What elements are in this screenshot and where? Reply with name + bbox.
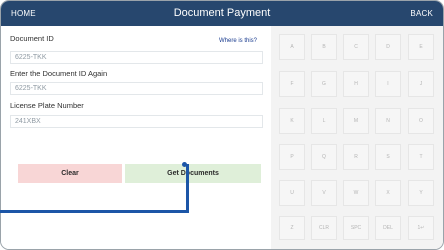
key-b[interactable]: B: [311, 34, 337, 60]
callout-pointer-dot: [182, 162, 187, 167]
license-plate-label: License Plate Number: [10, 101, 84, 110]
key-i[interactable]: I: [375, 71, 401, 97]
key-y[interactable]: Y: [408, 180, 434, 206]
document-id-field[interactable]: 6225-TKK: [10, 51, 263, 64]
key-e[interactable]: E: [408, 34, 434, 60]
header-bar: HOME Document Payment BACK: [1, 1, 443, 26]
on-screen-keyboard: A B C D E F G H I J K L M N O P Q R S T U V W X Y Z CLR SPC DEL 1↵: [271, 26, 443, 249]
key-q[interactable]: Q: [311, 144, 337, 170]
document-id-label: Document ID: [10, 34, 54, 43]
key-l[interactable]: L: [311, 108, 337, 134]
confirm-document-id-label: Enter the Document ID Again: [10, 69, 108, 78]
key-clr[interactable]: CLR: [311, 216, 337, 240]
key-c[interactable]: C: [343, 34, 369, 60]
key-g[interactable]: G: [311, 71, 337, 97]
get-documents-button[interactable]: Get Documents: [125, 164, 261, 183]
confirm-document-id-field[interactable]: 6225-TKK: [10, 82, 263, 95]
callout-line-vertical: [186, 164, 189, 212]
back-button[interactable]: BACK: [410, 9, 433, 18]
key-p[interactable]: P: [279, 144, 305, 170]
key-m[interactable]: M: [343, 108, 369, 134]
clear-button[interactable]: Clear: [18, 164, 122, 183]
license-plate-field[interactable]: 241XBX: [10, 115, 263, 128]
key-o[interactable]: O: [408, 108, 434, 134]
key-1[interactable]: 1↵: [408, 216, 434, 240]
document-form: Document ID Where is this? 6225-TKK Ente…: [1, 26, 271, 249]
key-d[interactable]: D: [375, 34, 401, 60]
key-t[interactable]: T: [408, 144, 434, 170]
key-j[interactable]: J: [408, 71, 434, 97]
page-title: Document Payment: [173, 7, 271, 19]
key-r[interactable]: R: [343, 144, 369, 170]
key-u[interactable]: U: [279, 180, 305, 206]
key-v[interactable]: V: [311, 180, 337, 206]
where-is-this-link[interactable]: Where is this?: [219, 38, 257, 44]
key-del[interactable]: DEL: [375, 216, 401, 240]
key-s[interactable]: S: [375, 144, 401, 170]
key-k[interactable]: K: [279, 108, 305, 134]
key-h[interactable]: H: [343, 71, 369, 97]
key-f[interactable]: F: [279, 71, 305, 97]
callout-line-horizontal: [0, 210, 189, 213]
key-z[interactable]: Z: [279, 216, 305, 240]
key-w[interactable]: W: [343, 180, 369, 206]
key-x[interactable]: X: [375, 180, 401, 206]
key-spc[interactable]: SPC: [343, 216, 369, 240]
key-n[interactable]: N: [375, 108, 401, 134]
key-a[interactable]: A: [279, 34, 305, 60]
